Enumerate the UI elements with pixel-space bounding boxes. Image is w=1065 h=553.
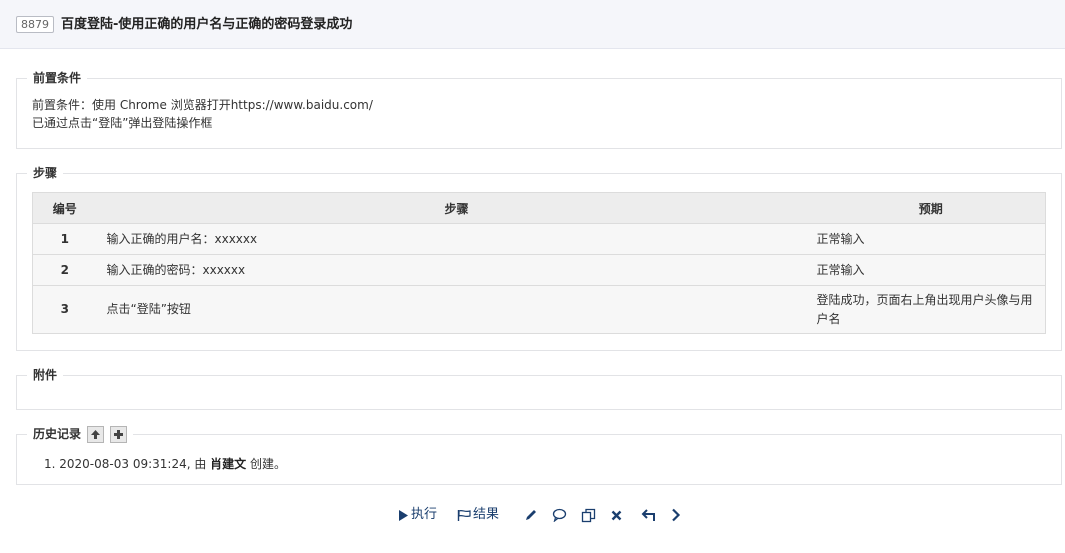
step-num: 3 xyxy=(32,285,97,334)
step-expected: 正常输入 xyxy=(816,254,1046,286)
run-button-label: 执行 xyxy=(411,507,438,522)
history-legend: 历史记录 xyxy=(33,427,82,441)
result-button-label: 结果 xyxy=(473,507,500,522)
history-item: 1. 2020-08-03 09:31:24, 由 肖建文 创建。 xyxy=(44,455,286,473)
copy-icon xyxy=(581,508,596,522)
steps-legend: 步骤 xyxy=(27,164,64,182)
step-expected: 登陆成功，页面右上角出现用户头像与用户名 xyxy=(816,285,1046,334)
arrow-up-icon xyxy=(91,430,101,439)
delete-button[interactable] xyxy=(611,505,622,525)
history-section: 历史记录 1. 2020-08-03 09:31:24, 由 肖建文 创建。 xyxy=(16,425,1062,485)
column-header-expected: 预期 xyxy=(816,192,1046,224)
table-row: 3 点击“登陆”按钮 登陆成功，页面右上角出现用户头像与用户名 xyxy=(32,285,1046,334)
next-icon xyxy=(672,508,681,522)
precondition-section: 前置条件 前置条件：使用 Chrome 浏览器打开https://www.bai… xyxy=(16,69,1062,149)
history-item-user: 肖建文 xyxy=(210,457,247,471)
history-item-suffix: 创建。 xyxy=(246,457,286,471)
step-expected: 正常输入 xyxy=(816,223,1046,255)
page-header: 8879 百度登陆-使用正确的用户名与正确的密码登录成功 xyxy=(0,0,1065,49)
edit-button[interactable] xyxy=(524,505,538,525)
history-item-prefix: 1. 2020-08-03 09:31:24, 由 xyxy=(44,457,211,471)
step-num: 1 xyxy=(32,223,97,255)
history-add-button[interactable] xyxy=(110,426,128,443)
table-row: 2 输入正确的密码：xxxxxx 正常输入 xyxy=(32,254,1046,286)
comment-icon xyxy=(552,508,567,522)
history-toggle-button[interactable] xyxy=(87,426,105,443)
precondition-legend: 前置条件 xyxy=(27,69,88,87)
flag-icon xyxy=(457,509,471,521)
step-num: 2 xyxy=(32,254,97,286)
result-button[interactable]: 结果 xyxy=(457,505,499,525)
step-desc: 输入正确的用户名：xxxxxx xyxy=(96,223,817,255)
back-button[interactable] xyxy=(641,505,657,525)
next-button[interactable] xyxy=(671,505,681,525)
close-icon xyxy=(611,510,622,520)
steps-section: 步骤 编号 步骤 预期 1 输入正确的用户名：xxxxxx 正常输入 2 输入正… xyxy=(16,164,1062,351)
column-header-num: 编号 xyxy=(32,192,97,224)
step-expected-text: 正常输入 xyxy=(816,231,865,246)
precondition-line: 前置条件：使用 Chrome 浏览器打开https://www.baidu.co… xyxy=(32,98,373,112)
run-button[interactable]: 执行 xyxy=(398,505,437,525)
history-legend-wrap: 历史记录 xyxy=(27,425,134,443)
attachments-legend: 附件 xyxy=(27,366,64,384)
step-desc: 点击“登陆”按钮 xyxy=(96,285,817,334)
step-expected-text: 正常输入 xyxy=(816,262,865,277)
back-icon xyxy=(641,509,655,521)
steps-table: 编号 步骤 预期 1 输入正确的用户名：xxxxxx 正常输入 2 输入正确的密… xyxy=(32,192,1046,334)
page-title: 百度登陆-使用正确的用户名与正确的密码登录成功 xyxy=(61,17,353,32)
step-desc: 输入正确的密码：xxxxxx xyxy=(96,254,817,286)
comment-button[interactable] xyxy=(552,505,567,525)
action-toolbar: 执行 结果 xyxy=(0,505,1065,525)
attachments-section: 附件 xyxy=(16,366,1062,410)
precondition-line: 已通过点击“登陆”弹出登陆操作框 xyxy=(32,116,213,130)
table-header-row: 编号 步骤 预期 xyxy=(32,192,1046,224)
plus-icon xyxy=(114,430,124,439)
play-icon xyxy=(399,509,408,521)
pencil-icon xyxy=(526,510,536,520)
case-id-badge: 8879 xyxy=(16,16,54,33)
column-header-step: 步骤 xyxy=(96,192,817,224)
step-expected-text: 登陆成功，页面右上角出现用户头像与用户名 xyxy=(816,292,1033,326)
table-row: 1 输入正确的用户名：xxxxxx 正常输入 xyxy=(32,223,1046,255)
copy-button[interactable] xyxy=(581,505,596,525)
